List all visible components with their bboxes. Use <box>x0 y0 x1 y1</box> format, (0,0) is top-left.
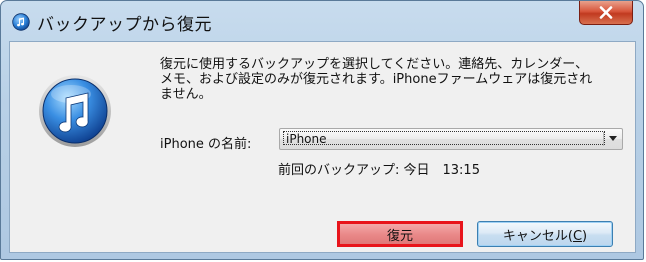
device-name-label: iPhone の名前: <box>160 137 252 152</box>
close-icon <box>599 6 613 19</box>
title-bar[interactable]: バックアップから復元 <box>1 1 643 41</box>
restore-dialog-window: バックアップから復元 復元に使用するバックアップを選択してください。連絡先、カレ… <box>0 0 644 260</box>
cancel-button-label: キャンセル(C) <box>502 228 588 244</box>
cancel-button[interactable]: キャンセル(C) <box>477 221 613 247</box>
select-divider <box>603 132 604 146</box>
chevron-down-icon[interactable] <box>609 136 617 141</box>
window-title: バックアップから復元 <box>37 15 212 35</box>
dialog-body: 復元に使用するバックアップを選択してください。連絡先、カレンダー、 メモ、および… <box>9 41 636 253</box>
device-name-select[interactable]: iPhone <box>279 128 623 150</box>
itunes-icon <box>39 75 111 147</box>
last-backup-info: 前回のバックアップ: 今日 13:15 <box>278 163 480 178</box>
restore-button-label: 復元 <box>386 228 413 244</box>
restore-button[interactable]: 復元 <box>337 221 463 247</box>
itunes-icon <box>12 13 30 31</box>
close-button[interactable] <box>579 1 633 25</box>
device-select-value: iPhone <box>283 131 605 146</box>
restore-message: 復元に使用するバックアップを選択してください。連絡先、カレンダー、 メモ、および… <box>160 57 593 102</box>
